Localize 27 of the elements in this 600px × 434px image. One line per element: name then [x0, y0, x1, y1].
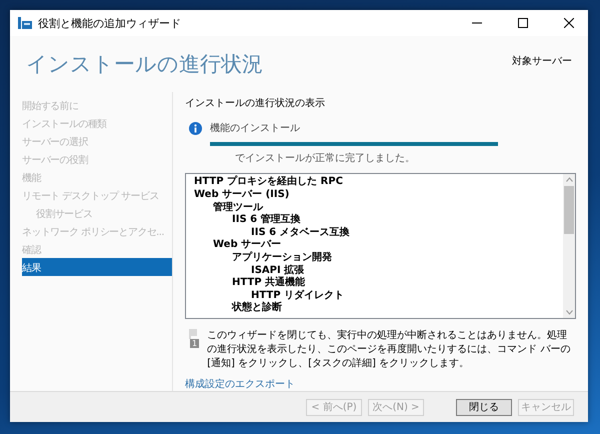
result-item: ISAPI 拡張 [250, 264, 306, 276]
status-label: 機能のインストール [210, 122, 300, 135]
info-icon [189, 122, 202, 134]
result-item: 状態と診断 [230, 302, 283, 315]
flag-icon [189, 329, 197, 339]
section-heading: インストールの進行状況の表示 [185, 96, 326, 110]
target-server-label: 対象サーバー [512, 54, 572, 68]
result-item: IIS 6 管理互換 [231, 214, 302, 227]
wizard-button[interactable]: 閉じる [456, 398, 512, 416]
result-item: アプリケーション開発 [231, 252, 333, 264]
notification-badge: 1 [190, 339, 200, 348]
result-item: HTTP リダイレクト [250, 290, 346, 302]
export-link[interactable]: 構成設定のエクスポート [185, 377, 295, 391]
result-item: HTTP プロキシを経由した RPC [194, 176, 344, 189]
sidebar-item[interactable]: 結果 [22, 258, 172, 276]
window-title: 役割と機能の追加ウィザード [38, 16, 181, 30]
result-item: HTTP 共通機能 [231, 277, 306, 290]
result-item: Web サーバー [212, 239, 282, 251]
result-item: IIS 6 メタベース互換 [250, 226, 351, 240]
close-icon[interactable] [564, 18, 574, 28]
result-item: 管理ツール [212, 202, 264, 214]
result-item: Web サーバー (IIS) [194, 189, 290, 202]
status-message: でインストールが正常に完了しました。 [235, 152, 416, 166]
page-title: インストールの進行状況 [26, 51, 263, 78]
notice-text: このウィザードを閉じても、実行中の処理が中断されることはありません。処理の進行状況を表示したり、このページを再度開いたりするには、コマンド バーの [通知] をクリックし、[タスクの詳細] をクリックします。 [207, 329, 572, 371]
maximize-icon[interactable] [518, 18, 528, 28]
server-manager-icon [18, 17, 32, 29]
